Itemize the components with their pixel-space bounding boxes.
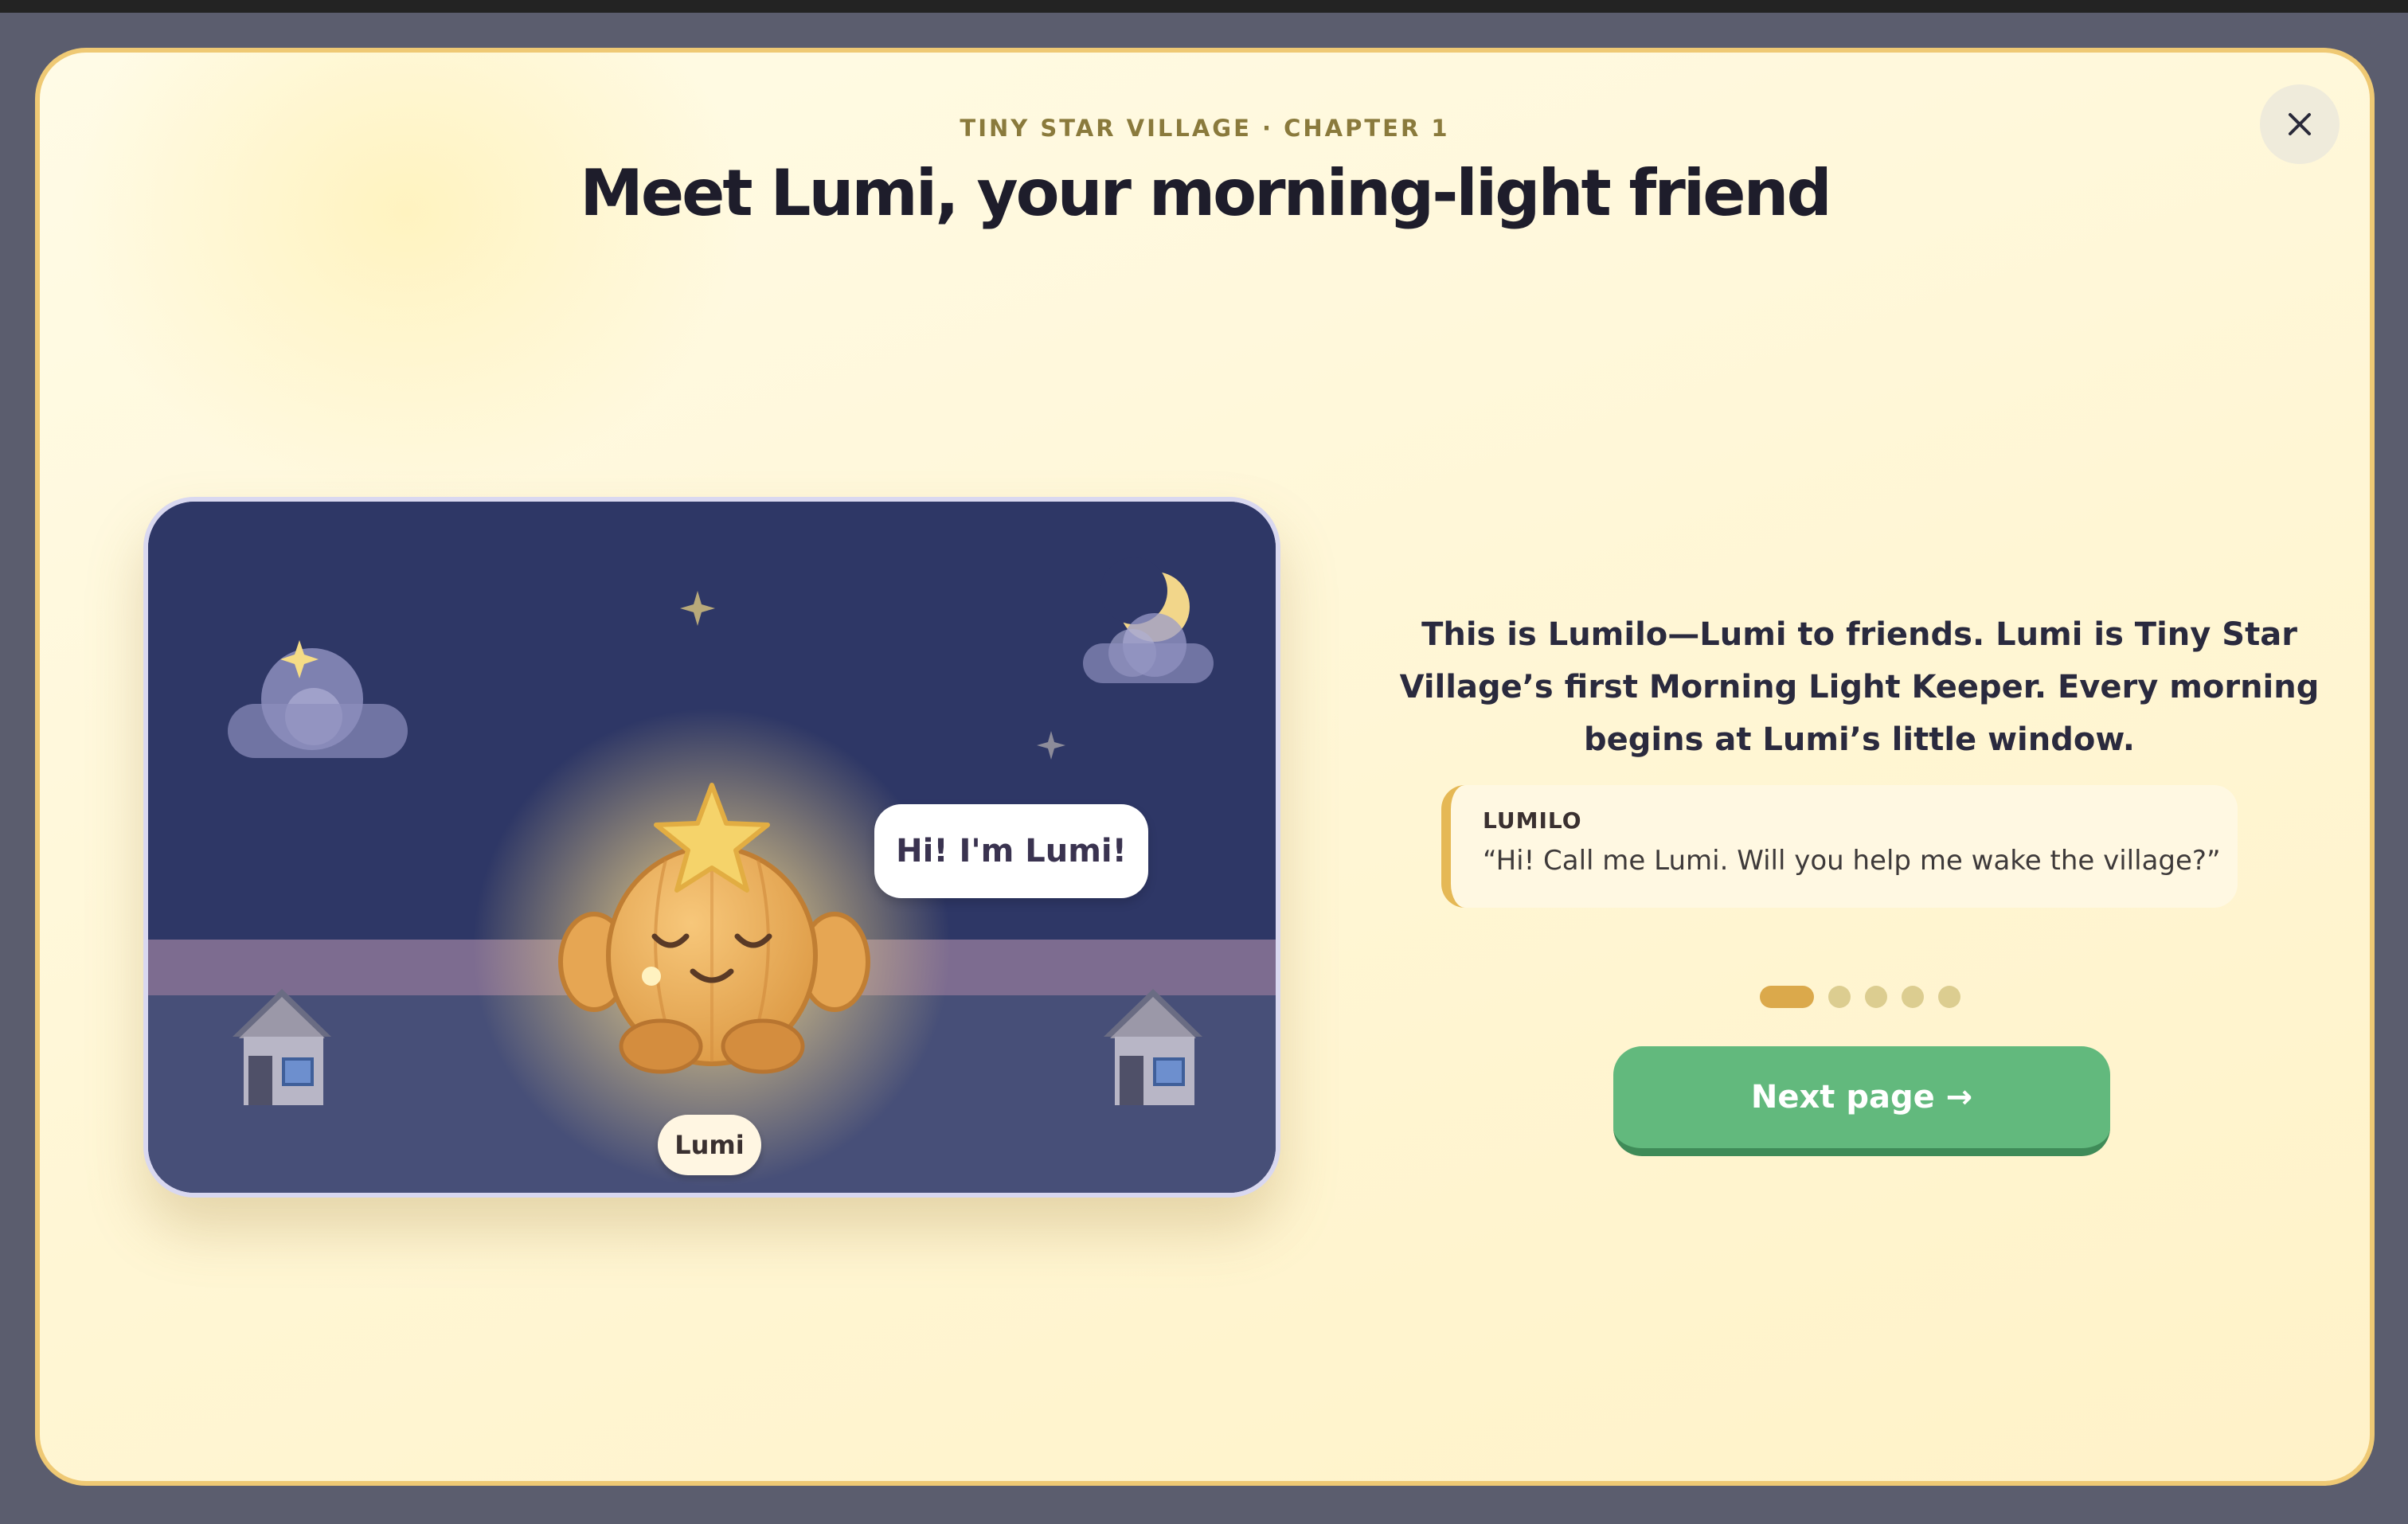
page-dot-4[interactable] xyxy=(1902,986,1924,1008)
speech-bubble: Hi! I'm Lumi! xyxy=(874,804,1148,898)
page-title: Meet Lumi, your morning-light friend xyxy=(580,156,1831,230)
top-bar xyxy=(0,0,2408,13)
page-dot-2[interactable] xyxy=(1828,986,1851,1008)
next-page-button[interactable]: Next page → xyxy=(1613,1046,2110,1156)
story-modal: TINY STAR VILLAGE · CHAPTER 1 Meet Lumi,… xyxy=(35,48,2375,1486)
quote-text: “Hi! Call me Lumi. Will you help me wake… xyxy=(1483,845,2221,877)
page-dot-5[interactable] xyxy=(1938,986,1960,1008)
character-name-tag: Lumi xyxy=(658,1115,761,1175)
page-indicator xyxy=(1760,986,1960,1008)
story-illustration: Hi! I'm Lumi! Lumi xyxy=(143,497,1280,1198)
page-dot-1[interactable] xyxy=(1760,986,1814,1008)
story-text: This is Lumilo—Lumi to friends. Lumi is … xyxy=(1399,616,2320,758)
dialogue-quote: LUMILO “Hi! Call me Lumi. Will you help … xyxy=(1441,785,2238,908)
quote-speaker: LUMILO xyxy=(1483,807,1582,834)
chapter-eyebrow: TINY STAR VILLAGE · CHAPTER 1 xyxy=(960,115,1450,142)
page-dot-3[interactable] xyxy=(1865,986,1887,1008)
